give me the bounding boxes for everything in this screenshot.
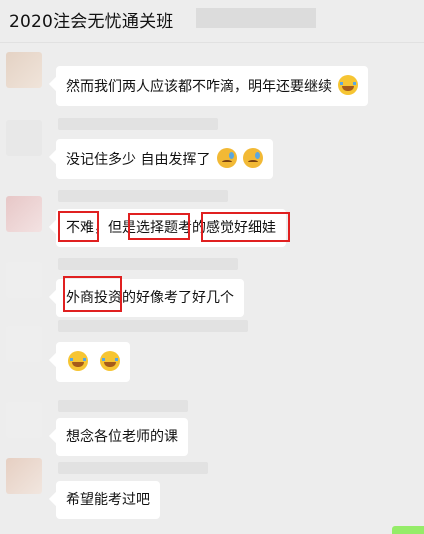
laugh-cry-emoji-icon (68, 351, 88, 371)
avatar[interactable] (6, 120, 42, 156)
sender-name-blurred (58, 258, 238, 270)
message-text: 没记住多少 自由发挥了 (66, 152, 211, 168)
message-bubble-6[interactable]: 想念各位老师的课 (56, 418, 188, 456)
chat-header: 2020注会无忧通关班 (0, 0, 424, 43)
avatar[interactable] (6, 402, 42, 438)
message-text: 外商投资的好像考了好几个 (66, 290, 234, 306)
laugh-cry-emoji-icon (100, 351, 121, 371)
self-message-bubble-partial[interactable] (392, 526, 424, 534)
message-text: 希望能考过吧 (66, 492, 150, 508)
sweat-emoji-icon (216, 148, 237, 168)
avatar[interactable] (6, 196, 42, 232)
message-bubble-3[interactable]: 不难，但是选择题考的感觉好细娃 (56, 209, 286, 247)
sender-name-blurred (58, 320, 248, 332)
sender-name-blurred (58, 190, 228, 202)
laugh-cry-emoji-icon (338, 75, 359, 95)
blurred-member-count (196, 8, 316, 28)
sender-name-blurred (58, 462, 208, 474)
sender-name-blurred (58, 118, 218, 130)
sweat-emoji-icon (243, 148, 264, 168)
message-bubble-7[interactable]: 希望能考过吧 (56, 481, 160, 519)
message-text: 不难，但是选择题考的感觉好细娃 (66, 220, 276, 236)
avatar[interactable] (6, 458, 42, 494)
message-bubble-5[interactable] (56, 342, 131, 382)
message-text: 然而我们两人应该都不咋滴，明年还要继续 (66, 79, 332, 95)
avatar[interactable] (6, 52, 42, 88)
avatar[interactable] (6, 326, 42, 362)
message-bubble-1[interactable]: 然而我们两人应该都不咋滴，明年还要继续 (56, 66, 369, 106)
avatar[interactable] (6, 262, 42, 298)
sender-name-blurred (58, 400, 188, 412)
message-bubble-4[interactable]: 外商投资的好像考了好几个 (56, 279, 244, 317)
message-text: 想念各位老师的课 (66, 429, 178, 445)
message-bubble-2[interactable]: 没记住多少 自由发挥了 (56, 139, 274, 179)
chat-title: 2020注会无忧通关班 (9, 12, 174, 32)
